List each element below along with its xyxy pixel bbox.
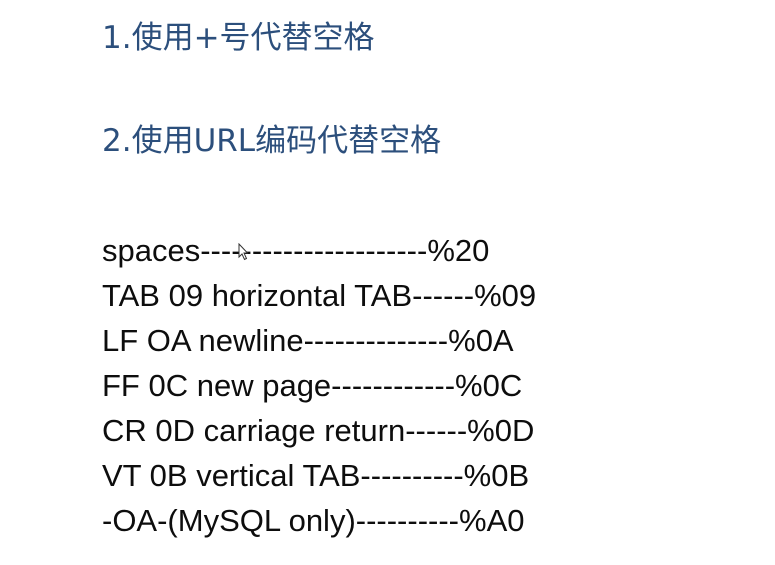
heading-plus-sign: 1.使用+号代替空格 (102, 20, 375, 56)
encoding-row-cr: CR 0D carriage return------%0D (102, 413, 535, 448)
encoding-row-mysql: -OA-(MySQL only)----------%A0 (102, 503, 525, 538)
encoding-list: spaces----------------------%20 TAB 09 h… (102, 228, 536, 543)
encoding-row-tab: TAB 09 horizontal TAB------%09 (102, 278, 537, 313)
encoding-row-lf: LF OA newline--------------%0A (102, 323, 514, 358)
mouse-pointer-icon (238, 243, 248, 261)
slide: 1.使用+号代替空格 2.使用URL编码代替空格 spaces---------… (0, 0, 775, 565)
encoding-row-ff: FF 0C new page------------%0C (102, 368, 523, 403)
encoding-row-vt: VT 0B vertical TAB----------%0B (102, 458, 530, 493)
encoding-row-spaces: spaces----------------------%20 (102, 233, 490, 268)
heading-url-encoding: 2.使用URL编码代替空格 (102, 123, 442, 159)
